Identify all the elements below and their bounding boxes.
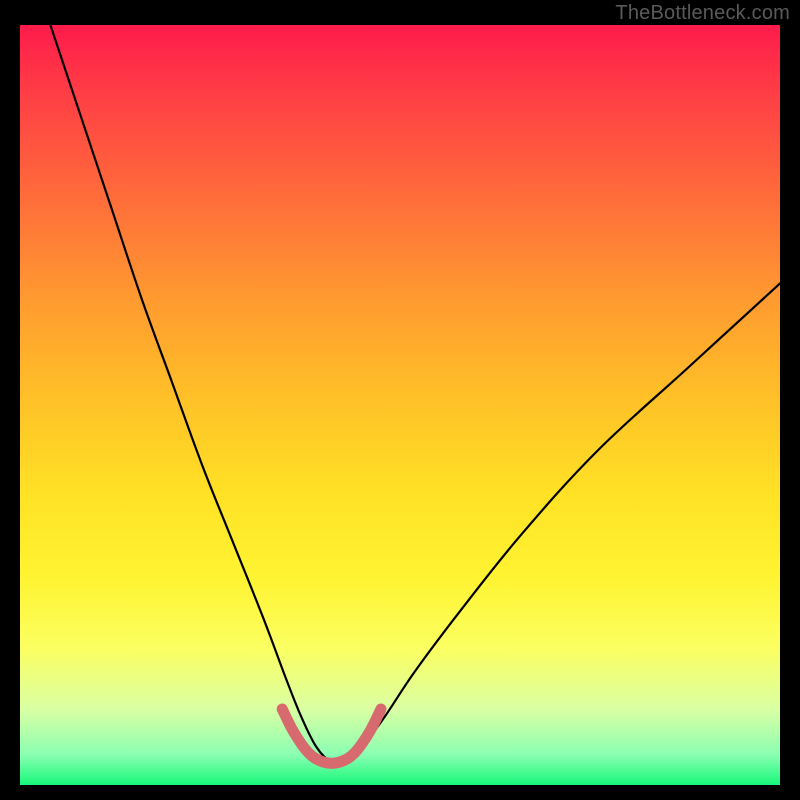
- chart-frame: TheBottleneck.com: [0, 0, 800, 800]
- plot-gradient-area: [20, 25, 780, 785]
- optimal-band: [282, 709, 381, 763]
- curve-layer: [20, 25, 780, 785]
- bottleneck-curve: [50, 25, 780, 764]
- watermark-text: TheBottleneck.com: [615, 2, 790, 25]
